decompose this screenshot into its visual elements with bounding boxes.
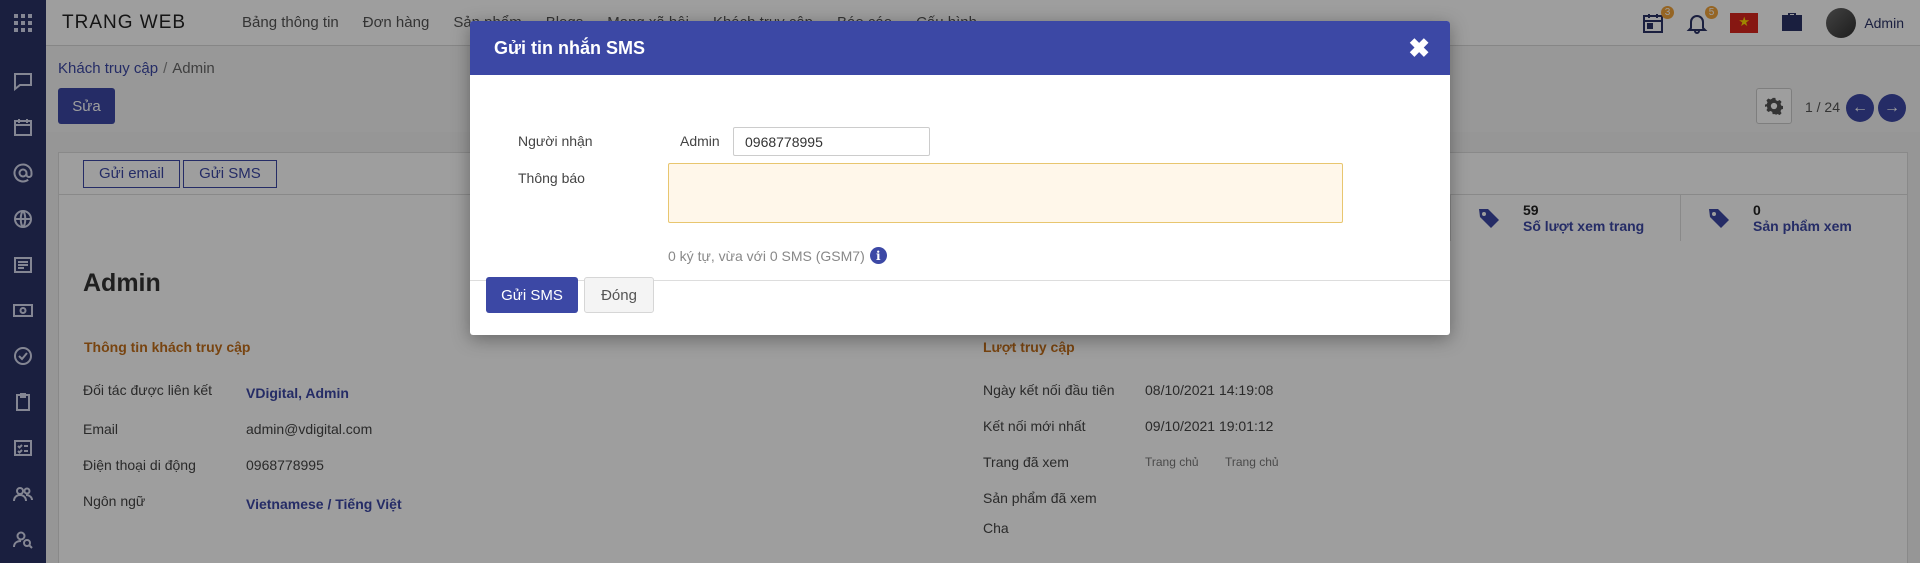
dialog-title: Gửi tin nhắn SMS (494, 37, 646, 58)
dialog-header: Gửi tin nhắn SMS (470, 21, 1450, 75)
dialog-footer: Gửi SMS Đóng (486, 277, 654, 313)
recipient-label: Người nhận (518, 133, 593, 149)
close-icon[interactable]: ✖ (1408, 34, 1430, 62)
send-sms-dialog: Gửi tin nhắn SMS ✖ Người nhận Admin Thôn… (470, 21, 1450, 335)
dialog-body: Người nhận Admin Thông báo 0 ký tự, vừa … (470, 75, 1450, 281)
message-textarea[interactable] (668, 163, 1343, 223)
info-icon[interactable]: i (869, 247, 887, 264)
recipient-name: Admin (680, 133, 720, 149)
message-label: Thông báo (518, 170, 585, 186)
sms-counter-text: 0 ký tự, vừa với 0 SMS (GSM7) (668, 247, 865, 264)
send-sms-submit-button[interactable]: Gửi SMS (486, 277, 578, 313)
close-dialog-button[interactable]: Đóng (584, 277, 654, 313)
sms-counter-hint: 0 ký tự, vừa với 0 SMS (GSM7) i (668, 247, 887, 264)
recipient-number-input[interactable] (733, 127, 930, 156)
